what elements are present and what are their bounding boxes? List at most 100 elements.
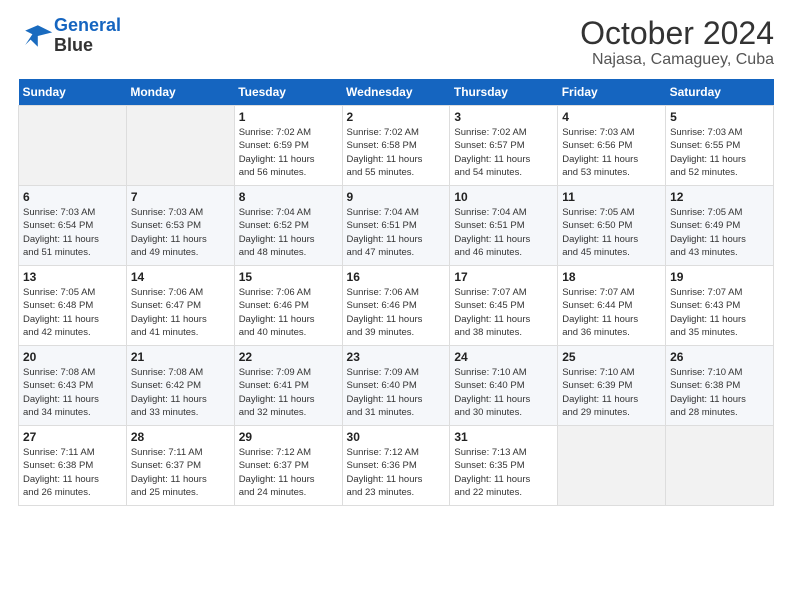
day-info: Sunrise: 7:13 AMSunset: 6:35 PMDaylight:…	[454, 446, 553, 499]
day-info: Sunrise: 7:10 AMSunset: 6:40 PMDaylight:…	[454, 366, 553, 419]
day-number: 29	[239, 430, 338, 444]
dow-header-friday: Friday	[558, 79, 666, 106]
day-number: 5	[670, 110, 769, 124]
calendar-cell: 18 Sunrise: 7:07 AMSunset: 6:44 PMDayligh…	[558, 266, 666, 346]
day-info: Sunrise: 7:06 AMSunset: 6:46 PMDaylight:…	[347, 286, 446, 339]
calendar-cell: 31 Sunrise: 7:13 AMSunset: 6:35 PMDayligh…	[450, 426, 558, 506]
day-number: 17	[454, 270, 553, 284]
calendar-cell: 29Sunrise: 7:12 AMSunset: 6:37 PMDayligh…	[234, 426, 342, 506]
calendar-cell: 10 Sunrise: 7:04 AMSunset: 6:51 PMDayligh…	[450, 186, 558, 266]
day-info: Sunrise: 7:04 AMSunset: 6:52 PMDaylight:…	[239, 206, 338, 259]
main-title: October 2024	[580, 16, 774, 51]
day-info: Sunrise: 7:05 AMSunset: 6:49 PMDaylight:…	[670, 206, 769, 259]
day-number: 8	[239, 190, 338, 204]
day-info: Sunrise: 7:07 AMSunset: 6:45 PMDaylight:…	[454, 286, 553, 339]
day-info: Sunrise: 7:03 AMSunset: 6:55 PMDaylight:…	[670, 126, 769, 179]
calendar-cell: 1 Sunrise: 7:02 AMSunset: 6:59 PMDaylight…	[234, 106, 342, 186]
day-info: Sunrise: 7:06 AMSunset: 6:47 PMDaylight:…	[131, 286, 230, 339]
calendar-table: SundayMondayTuesdayWednesdayThursdayFrid…	[18, 79, 774, 506]
calendar-cell: 22 Sunrise: 7:09 AMSunset: 6:41 PMDayligh…	[234, 346, 342, 426]
day-info: Sunrise: 7:02 AMSunset: 6:58 PMDaylight:…	[347, 126, 446, 179]
calendar-cell: 9 Sunrise: 7:04 AMSunset: 6:51 PMDaylight…	[342, 186, 450, 266]
logo-bird-icon	[18, 18, 54, 54]
calendar-cell: 12 Sunrise: 7:05 AMSunset: 6:49 PMDayligh…	[666, 186, 774, 266]
calendar-cell: 14 Sunrise: 7:06 AMSunset: 6:47 PMDayligh…	[126, 266, 234, 346]
day-number: 3	[454, 110, 553, 124]
dow-header-tuesday: Tuesday	[234, 79, 342, 106]
logo: General Blue	[18, 16, 121, 56]
calendar-cell: 8 Sunrise: 7:04 AMSunset: 6:52 PMDaylight…	[234, 186, 342, 266]
logo-text: General Blue	[54, 16, 121, 56]
calendar-cell: 23 Sunrise: 7:09 AMSunset: 6:40 PMDayligh…	[342, 346, 450, 426]
calendar-cell: 2 Sunrise: 7:02 AMSunset: 6:58 PMDaylight…	[342, 106, 450, 186]
day-number: 21	[131, 350, 230, 364]
day-info: Sunrise: 7:02 AMSunset: 6:57 PMDaylight:…	[454, 126, 553, 179]
calendar-cell: 27 Sunrise: 7:11 AMSunset: 6:38 PMDayligh…	[19, 426, 127, 506]
day-number: 7	[131, 190, 230, 204]
day-info: Sunrise: 7:09 AMSunset: 6:40 PMDaylight:…	[347, 366, 446, 419]
calendar-cell: 28 Sunrise: 7:11 AMSunset: 6:37 PMDayligh…	[126, 426, 234, 506]
day-number: 9	[347, 190, 446, 204]
day-number: 26	[670, 350, 769, 364]
day-info: Sunrise: 7:08 AMSunset: 6:42 PMDaylight:…	[131, 366, 230, 419]
calendar-cell: 20 Sunrise: 7:08 AMSunset: 6:43 PMDayligh…	[19, 346, 127, 426]
calendar-cell	[558, 426, 666, 506]
day-number: 28	[131, 430, 230, 444]
calendar-cell: 5 Sunrise: 7:03 AMSunset: 6:55 PMDaylight…	[666, 106, 774, 186]
calendar-cell: 30Sunrise: 7:12 AMSunset: 6:36 PMDayligh…	[342, 426, 450, 506]
day-number: 18	[562, 270, 661, 284]
calendar-cell: 6Sunrise: 7:03 AMSunset: 6:54 PMDaylight…	[19, 186, 127, 266]
day-info: Sunrise: 7:06 AMSunset: 6:46 PMDaylight:…	[239, 286, 338, 339]
day-info: Sunrise: 7:04 AMSunset: 6:51 PMDaylight:…	[347, 206, 446, 259]
day-number: 19	[670, 270, 769, 284]
subtitle: Najasa, Camaguey, Cuba	[580, 51, 774, 69]
day-number: 27	[23, 430, 122, 444]
day-number: 10	[454, 190, 553, 204]
day-number: 23	[347, 350, 446, 364]
calendar-cell: 24 Sunrise: 7:10 AMSunset: 6:40 PMDayligh…	[450, 346, 558, 426]
day-number: 15	[239, 270, 338, 284]
calendar-cell: 11 Sunrise: 7:05 AMSunset: 6:50 PMDayligh…	[558, 186, 666, 266]
calendar-cell: 15 Sunrise: 7:06 AMSunset: 6:46 PMDayligh…	[234, 266, 342, 346]
dow-header-thursday: Thursday	[450, 79, 558, 106]
day-info: Sunrise: 7:10 AMSunset: 6:39 PMDaylight:…	[562, 366, 661, 419]
day-info: Sunrise: 7:04 AMSunset: 6:51 PMDaylight:…	[454, 206, 553, 259]
day-info: Sunrise: 7:09 AMSunset: 6:41 PMDaylight:…	[239, 366, 338, 419]
calendar-cell: 4Sunrise: 7:03 AMSunset: 6:56 PMDaylight…	[558, 106, 666, 186]
dow-header-monday: Monday	[126, 79, 234, 106]
day-number: 13	[23, 270, 122, 284]
day-info: Sunrise: 7:11 AMSunset: 6:38 PMDaylight:…	[23, 446, 122, 499]
calendar-cell	[126, 106, 234, 186]
day-number: 2	[347, 110, 446, 124]
day-info: Sunrise: 7:03 AMSunset: 6:54 PMDaylight:…	[23, 206, 122, 259]
dow-header-saturday: Saturday	[666, 79, 774, 106]
day-info: Sunrise: 7:07 AMSunset: 6:44 PMDaylight:…	[562, 286, 661, 339]
day-number: 11	[562, 190, 661, 204]
dow-header-sunday: Sunday	[19, 79, 127, 106]
day-info: Sunrise: 7:12 AMSunset: 6:36 PMDaylight:…	[347, 446, 446, 499]
day-number: 22	[239, 350, 338, 364]
day-number: 12	[670, 190, 769, 204]
calendar-cell: 13 Sunrise: 7:05 AMSunset: 6:48 PMDayligh…	[19, 266, 127, 346]
day-number: 4	[562, 110, 661, 124]
day-number: 24	[454, 350, 553, 364]
day-info: Sunrise: 7:08 AMSunset: 6:43 PMDaylight:…	[23, 366, 122, 419]
day-info: Sunrise: 7:10 AMSunset: 6:38 PMDaylight:…	[670, 366, 769, 419]
calendar-cell: 19 Sunrise: 7:07 AMSunset: 6:43 PMDayligh…	[666, 266, 774, 346]
day-info: Sunrise: 7:07 AMSunset: 6:43 PMDaylight:…	[670, 286, 769, 339]
day-info: Sunrise: 7:03 AMSunset: 6:53 PMDaylight:…	[131, 206, 230, 259]
day-info: Sunrise: 7:05 AMSunset: 6:48 PMDaylight:…	[23, 286, 122, 339]
day-number: 16	[347, 270, 446, 284]
day-number: 1	[239, 110, 338, 124]
header: General Blue October 2024 Najasa, Camagu…	[18, 16, 774, 69]
day-number: 14	[131, 270, 230, 284]
day-number: 31	[454, 430, 553, 444]
day-info: Sunrise: 7:11 AMSunset: 6:37 PMDaylight:…	[131, 446, 230, 499]
calendar-cell: 3 Sunrise: 7:02 AMSunset: 6:57 PMDaylight…	[450, 106, 558, 186]
day-number: 25	[562, 350, 661, 364]
dow-header-wednesday: Wednesday	[342, 79, 450, 106]
page: General Blue October 2024 Najasa, Camagu…	[0, 0, 792, 612]
day-info: Sunrise: 7:02 AMSunset: 6:59 PMDaylight:…	[239, 126, 338, 179]
day-info: Sunrise: 7:05 AMSunset: 6:50 PMDaylight:…	[562, 206, 661, 259]
day-number: 20	[23, 350, 122, 364]
